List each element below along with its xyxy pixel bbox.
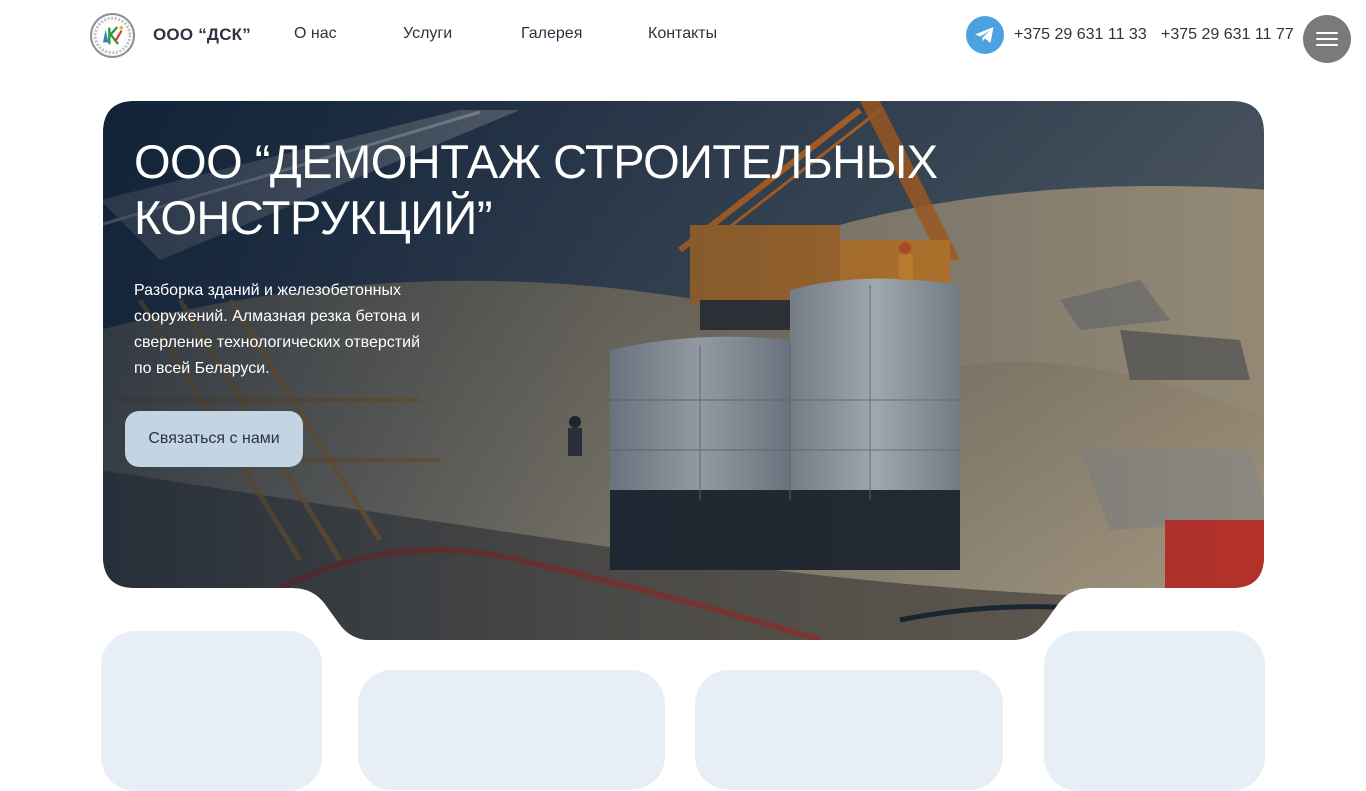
- feature-card-1[interactable]: [101, 631, 322, 791]
- hero-description: Разборка зданий и железобетонных сооруже…: [134, 282, 420, 377]
- feature-card-3[interactable]: [695, 670, 1003, 790]
- feature-card-2[interactable]: [358, 670, 665, 790]
- feature-card-4[interactable]: [1044, 631, 1265, 791]
- hero-title: ООО “ДЕМОНТАЖ СТРОИТЕЛЬНЫХ КОНСТРУКЦИЙ”: [134, 135, 938, 244]
- contact-us-button[interactable]: Связаться с нами: [125, 411, 303, 467]
